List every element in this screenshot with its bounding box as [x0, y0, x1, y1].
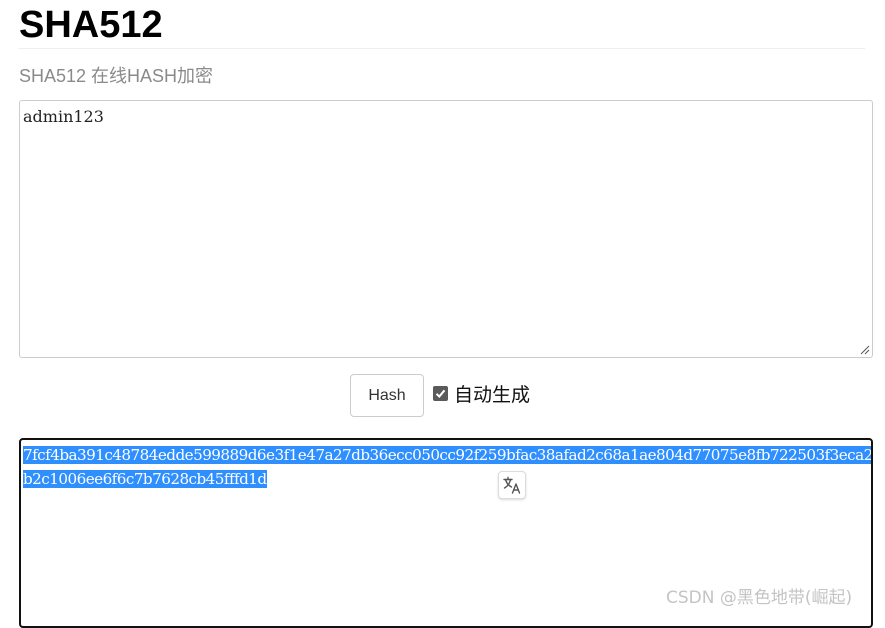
hash-button[interactable]: Hash	[350, 374, 424, 417]
hash-output-value[interactable]: 7fcf4ba391c48784edde599889d6e3f1e47a27db…	[23, 446, 871, 488]
auto-generate-checkbox[interactable]	[433, 386, 448, 401]
translate-button[interactable]	[498, 471, 526, 499]
hash-controls: Hash 自动生成	[350, 374, 530, 417]
translate-icon	[503, 476, 521, 494]
watermark: CSDN @黑色地带(崛起)	[666, 588, 853, 608]
checkmark-icon	[435, 389, 446, 398]
resize-grip-icon[interactable]	[858, 343, 870, 355]
auto-generate-label: 自动生成	[454, 384, 531, 406]
input-textarea[interactable]: admin123	[19, 100, 873, 358]
page-title: SHA512	[19, 4, 163, 46]
title-divider	[19, 48, 865, 49]
page-subtitle: SHA512 在线HASH加密	[19, 66, 214, 86]
auto-generate-option[interactable]: 自动生成	[433, 380, 530, 407]
